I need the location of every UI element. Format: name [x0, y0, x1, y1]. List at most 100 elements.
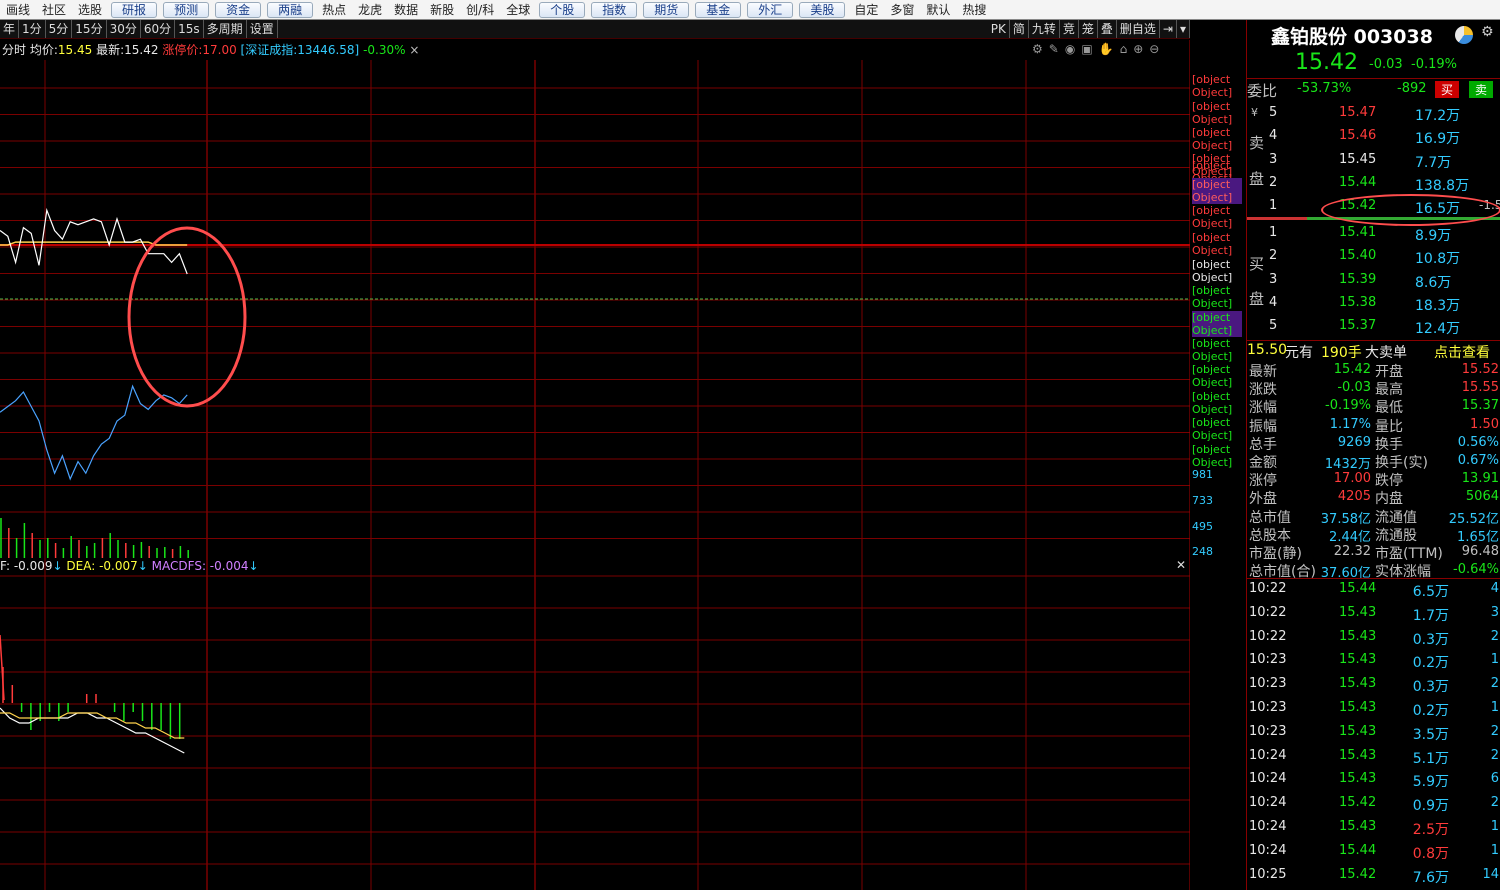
trade-time: 10:24 — [1249, 842, 1287, 858]
trade-volume: 0.3万 — [1412, 631, 1449, 648]
top-menu-item[interactable]: 预测 — [163, 1, 210, 18]
stat-value: 0.67% — [1457, 453, 1499, 468]
trade-price: 15.42 — [1339, 866, 1377, 882]
stat-label: 流通股 — [1375, 527, 1417, 544]
stat-label: 流通值 — [1375, 509, 1417, 526]
trade-price: 15.42 — [1339, 795, 1377, 811]
stat-label: 涨停 — [1249, 473, 1277, 490]
trade-price: 15.44 — [1339, 581, 1377, 596]
trade-price: 15.44 — [1339, 842, 1377, 858]
buy-level[interactable]: 4 15.38 18.3万 — [1247, 294, 1500, 314]
sell-level[interactable]: 3 15.45 7.7万 — [1247, 152, 1500, 171]
pct-change: -0.19% — [1411, 57, 1457, 72]
buy-side-label: 盘 — [1249, 290, 1265, 308]
trade-time: 10:22 — [1249, 581, 1287, 596]
chart-canvas[interactable] — [0, 20, 1190, 890]
menu-icon[interactable]: ⚙ — [1481, 24, 1494, 40]
top-menu-item[interactable]: 社区 — [36, 1, 72, 19]
pie-icon[interactable] — [1455, 26, 1473, 44]
level-price: 15.47 — [1339, 105, 1377, 120]
trade-volume: 2.5万 — [1412, 822, 1449, 838]
top-menu-item[interactable]: 热点 — [316, 1, 352, 19]
level-number: 2 — [1269, 174, 1278, 190]
close-info-button[interactable]: × — [409, 43, 419, 57]
top-menu-item[interactable]: 外汇 — [747, 1, 794, 18]
view-link[interactable]: 点击查看 — [1434, 342, 1490, 362]
buy-level[interactable]: 1 15.41 8.9万 — [1247, 225, 1500, 244]
sell-side-label: 盘 — [1249, 170, 1265, 188]
trade-price: 15.43 — [1339, 771, 1377, 787]
top-menu-item[interactable]: 个股 — [539, 1, 586, 18]
axis-label: [object Object] — [1192, 443, 1233, 469]
trade-volume: 0.3万 — [1412, 679, 1449, 696]
top-menu-item[interactable]: 创/科 — [460, 1, 500, 19]
stats-row: 最新 15.42 开盘 15.52 — [1247, 361, 1500, 380]
trade-row: 10:23 15.43 0.2万 1 — [1247, 700, 1500, 719]
trade-volume: 5.9万 — [1412, 774, 1449, 791]
top-menu-item[interactable]: 选股 — [72, 1, 108, 19]
close-macd-icon[interactable]: ✕ — [1176, 558, 1186, 572]
sell-level[interactable]: 2 15.44 138.8万 — [1247, 174, 1500, 194]
sell-level[interactable]: 4 15.46 16.9万 — [1247, 128, 1500, 147]
level-volume: 8.9万 — [1415, 228, 1452, 244]
top-menu-item[interactable]: 全球 — [500, 1, 536, 19]
box-icon[interactable]: ▣ — [1081, 42, 1092, 56]
lock-icon[interactable]: ⌂ — [1120, 42, 1128, 56]
top-menu-item[interactable]: 资金 — [215, 1, 262, 18]
top-menu-item[interactable]: 研报 — [111, 1, 158, 18]
top-menu-item[interactable]: 基金 — [695, 1, 742, 18]
index-label: [深证成指: — [240, 43, 298, 57]
settings-icon[interactable]: ⚙ — [1032, 42, 1043, 56]
hand-icon[interactable]: ✋ — [1099, 42, 1114, 56]
zoom-in-icon[interactable]: ⊕ — [1133, 42, 1143, 56]
top-menu-item[interactable]: 默认 — [920, 1, 956, 19]
stat-label: 市盈(TTM) — [1375, 546, 1443, 562]
level-number: 1 — [1269, 198, 1278, 214]
level-price: 15.38 — [1339, 294, 1377, 310]
zoom-out-icon[interactable]: ⊖ — [1149, 42, 1159, 56]
stat-label: 内盘 — [1375, 491, 1403, 508]
level-volume: 138.8万 — [1415, 177, 1470, 194]
level-price: 15.46 — [1339, 128, 1377, 144]
eye-icon[interactable]: ◉ — [1065, 42, 1075, 56]
buy-level[interactable]: 5 15.37 12.4万 — [1247, 318, 1500, 337]
last-label: 最新: — [96, 43, 125, 57]
buy-level[interactable]: 3 15.39 8.6万 — [1247, 272, 1500, 291]
trade-time: 10:24 — [1249, 795, 1287, 811]
trade-price: 15.43 — [1339, 700, 1377, 715]
top-menu-item[interactable]: 数据 — [388, 1, 424, 19]
annotation-ellipse — [1321, 194, 1500, 226]
top-menu-item[interactable]: 期货 — [643, 1, 690, 18]
top-menu-item[interactable]: 美股 — [799, 1, 846, 18]
buy-level[interactable]: 2 15.40 10.8万 — [1247, 248, 1500, 267]
pen-icon[interactable]: ✎ — [1049, 42, 1059, 56]
trade-volume: 0.2万 — [1412, 703, 1449, 719]
sell-level[interactable]: 5 15.47 17.2万 — [1247, 105, 1500, 124]
buy-button[interactable]: 买 — [1435, 81, 1460, 98]
top-menu-item[interactable]: 新股 — [424, 1, 460, 19]
top-menu-item[interactable]: 龙虎 — [352, 1, 388, 19]
top-menu-item[interactable]: 热搜 — [956, 1, 992, 19]
top-menu-item[interactable]: 自定 — [848, 1, 884, 19]
stat-value: 1.17% — [1329, 416, 1371, 432]
trade-volume: 1.7万 — [1412, 607, 1449, 624]
weibi-label: 委比 — [1247, 82, 1278, 100]
top-menu-item[interactable]: 指数 — [591, 1, 638, 18]
top-menu-item[interactable]: 两融 — [267, 1, 314, 18]
stats-row: 金额 1432万 换手(实) 0.67% — [1247, 452, 1500, 472]
sell-button[interactable]: 卖 — [1469, 81, 1494, 98]
stat-value: -0.03 — [1337, 380, 1371, 396]
stat-label: 换手 — [1375, 436, 1403, 453]
macd-legend: F: -0.009↓ DEA: -0.007↓ MACDFS: -0.004↓ — [0, 559, 259, 573]
stat-label: 涨幅 — [1249, 400, 1277, 417]
top-menu-item[interactable]: 画线 — [0, 1, 36, 19]
trade-count: 2 — [1490, 723, 1499, 739]
stats-row: 总手 9269 换手 0.56% — [1247, 434, 1500, 453]
trade-time: 10:24 — [1249, 771, 1287, 787]
stat-label: 换手(实) — [1375, 455, 1428, 471]
limit-up-label: 涨停价: — [162, 43, 203, 57]
stat-value: 37.58亿 — [1320, 511, 1371, 527]
big-order-row[interactable]: 15.50 元有 190手 大卖单 点击查看 — [1247, 340, 1500, 362]
top-menu-item[interactable]: 多窗 — [884, 1, 920, 19]
stock-header: 鑫铂股份 003038 ⚙ — [1247, 22, 1500, 48]
